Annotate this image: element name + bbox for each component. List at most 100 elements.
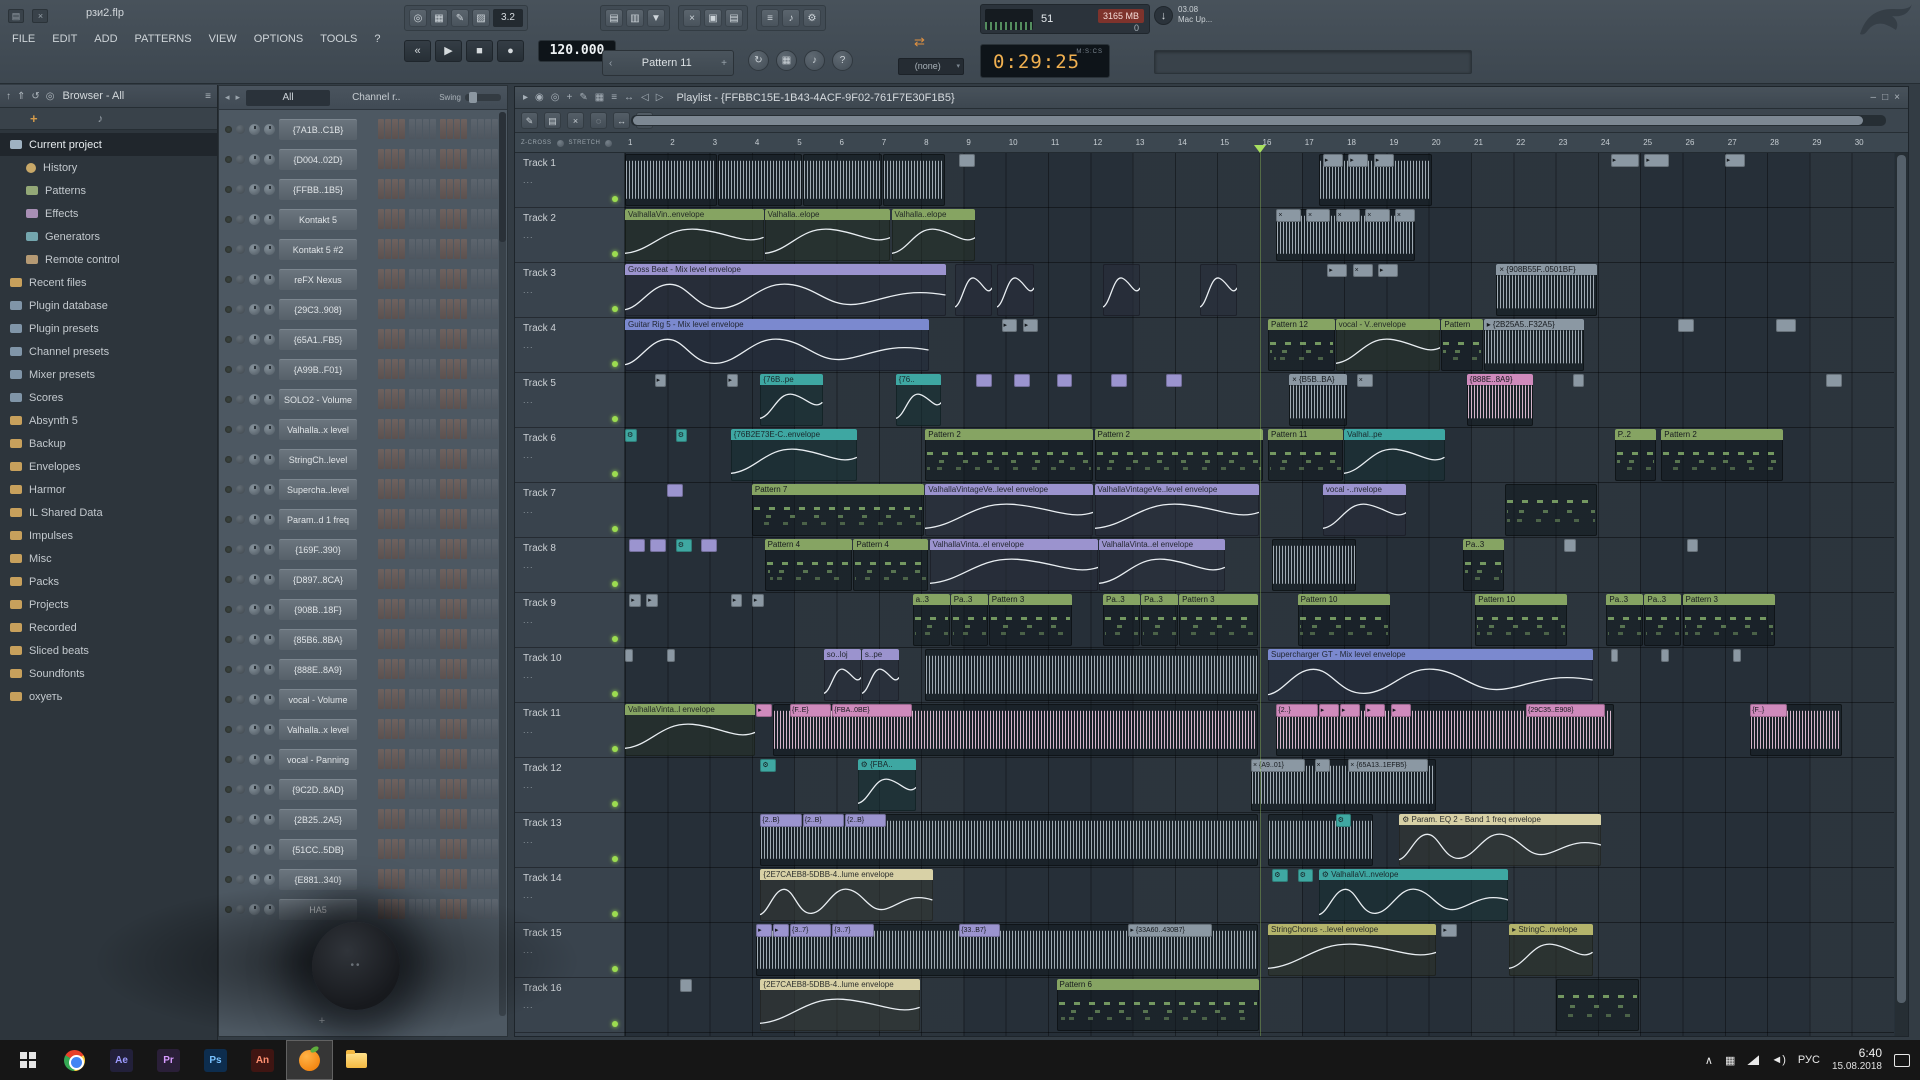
step-cell[interactable] xyxy=(485,149,491,169)
mini-clip[interactable]: ▸ xyxy=(1611,154,1640,167)
step-cell[interactable] xyxy=(423,449,429,469)
step-cell[interactable] xyxy=(471,779,477,799)
channel-mute-dot[interactable] xyxy=(236,275,245,284)
channel-led[interactable] xyxy=(225,516,232,523)
step-cell[interactable] xyxy=(385,179,391,199)
mini-clip[interactable] xyxy=(629,539,645,552)
mini-clip[interactable]: ▸ xyxy=(1319,704,1339,717)
channel-button[interactable]: {29C3..908} xyxy=(279,299,357,320)
step-cell[interactable] xyxy=(378,539,384,559)
step-cell[interactable] xyxy=(416,179,422,199)
auto-clip[interactable]: ValhallaVinta..el envelope xyxy=(1099,539,1225,591)
step-cell[interactable] xyxy=(454,779,460,799)
step-cell[interactable] xyxy=(416,119,422,139)
mini-clip[interactable]: {3..7} xyxy=(790,924,831,937)
mini-clip[interactable]: ▸ xyxy=(1327,264,1347,277)
pattern-clip[interactable] xyxy=(1505,484,1597,536)
channel-mute-dot[interactable] xyxy=(236,875,245,884)
step-cell[interactable] xyxy=(485,179,491,199)
zcross-knob[interactable] xyxy=(557,140,564,147)
copy-icon[interactable]: ▣ xyxy=(704,9,722,27)
step-cell[interactable] xyxy=(409,479,415,499)
step-cell[interactable] xyxy=(492,119,498,139)
channel-volume-knob[interactable] xyxy=(264,574,275,585)
crosshair-icon[interactable]: ◎ xyxy=(409,9,427,27)
browser-item-plugin-presets[interactable]: Plugin presets xyxy=(0,317,217,340)
step-cell[interactable] xyxy=(471,749,477,769)
mini-clip[interactable] xyxy=(1733,649,1741,662)
step-cell[interactable] xyxy=(378,599,384,619)
track-header-track-16[interactable]: Track 16... xyxy=(515,978,625,1033)
step-cell[interactable] xyxy=(430,389,436,409)
step-cell[interactable] xyxy=(378,359,384,379)
pattern-clip[interactable] xyxy=(1556,979,1640,1031)
channel-led[interactable] xyxy=(225,906,232,913)
channel-pan-knob[interactable] xyxy=(249,604,260,615)
step-cell[interactable] xyxy=(471,419,477,439)
track-led[interactable] xyxy=(612,746,618,752)
track-header-track-12[interactable]: Track 12... xyxy=(515,758,625,813)
step-cell[interactable] xyxy=(423,839,429,859)
help-button[interactable]: ? xyxy=(832,50,853,71)
mini-clip[interactable]: ▸ xyxy=(1725,154,1745,167)
step-cell[interactable] xyxy=(392,689,398,709)
channel-rack-scrollbar[interactable] xyxy=(499,112,506,1016)
step-cell[interactable] xyxy=(423,779,429,799)
step-cell[interactable] xyxy=(471,569,477,589)
step-cell[interactable] xyxy=(471,869,477,889)
track-led[interactable] xyxy=(612,416,618,422)
channel-button[interactable]: {51CC..5DB} xyxy=(279,839,357,860)
step-cell[interactable] xyxy=(461,119,467,139)
step-cell[interactable] xyxy=(416,359,422,379)
step-cell[interactable] xyxy=(447,299,453,319)
step-cell[interactable] xyxy=(461,869,467,889)
channel-led[interactable] xyxy=(225,366,232,373)
step-cell[interactable] xyxy=(471,119,477,139)
step-cell[interactable] xyxy=(478,539,484,559)
step-cell[interactable] xyxy=(461,209,467,229)
browser-item-impulses[interactable]: Impulses xyxy=(0,524,217,547)
browser-item-mixer-presets[interactable]: Mixer presets xyxy=(0,363,217,386)
tray-expand-icon[interactable]: ∧ xyxy=(1705,1054,1713,1067)
step-cell[interactable] xyxy=(447,659,453,679)
channel-led[interactable] xyxy=(225,636,232,643)
step-cell[interactable] xyxy=(492,299,498,319)
pattern-clip[interactable]: Pattern 10 xyxy=(1475,594,1567,646)
step-cell[interactable] xyxy=(485,839,491,859)
track-led[interactable] xyxy=(612,691,618,697)
step-cell[interactable] xyxy=(385,779,391,799)
step-cell[interactable] xyxy=(378,179,384,199)
explorer-taskbar-button[interactable] xyxy=(333,1040,380,1080)
track-header-track-6[interactable]: Track 6... xyxy=(515,428,625,483)
step-cell[interactable] xyxy=(492,659,498,679)
mini-clip[interactable]: {F..E} xyxy=(790,704,831,717)
mini-clip[interactable]: ▸ xyxy=(1378,264,1398,277)
step-cell[interactable] xyxy=(378,899,384,919)
playhead-marker[interactable] xyxy=(1254,145,1266,153)
step-cell[interactable] xyxy=(430,179,436,199)
audio-clip[interactable] xyxy=(1272,539,1356,591)
channel-pan-knob[interactable] xyxy=(249,334,260,345)
step-cell[interactable] xyxy=(471,239,477,259)
step-cell[interactable] xyxy=(416,569,422,589)
mini-clip[interactable]: ▸ xyxy=(727,374,739,387)
step-cell[interactable] xyxy=(440,389,446,409)
mic-button[interactable]: ♪ xyxy=(804,50,825,71)
step-cell[interactable] xyxy=(399,899,405,919)
step-cell[interactable] xyxy=(385,899,391,919)
track-led[interactable] xyxy=(612,636,618,642)
channel-led[interactable] xyxy=(225,306,232,313)
pattern-clip[interactable]: Pattern 3 xyxy=(1683,594,1775,646)
channel-mute-dot[interactable] xyxy=(236,665,245,674)
track-led[interactable] xyxy=(612,911,618,917)
channel-button[interactable]: Kontakt 5 xyxy=(279,209,357,230)
track-header-track-9[interactable]: Track 9... xyxy=(515,593,625,648)
step-cell[interactable] xyxy=(430,599,436,619)
step-cell[interactable] xyxy=(440,779,446,799)
step-cell[interactable] xyxy=(485,569,491,589)
channel-button[interactable]: {169F..390} xyxy=(279,539,357,560)
pattern-clip[interactable]: Pattern 2 xyxy=(1661,429,1783,481)
step-cell[interactable] xyxy=(447,869,453,889)
channel-pan-knob[interactable] xyxy=(249,544,260,555)
channel-led[interactable] xyxy=(225,846,232,853)
